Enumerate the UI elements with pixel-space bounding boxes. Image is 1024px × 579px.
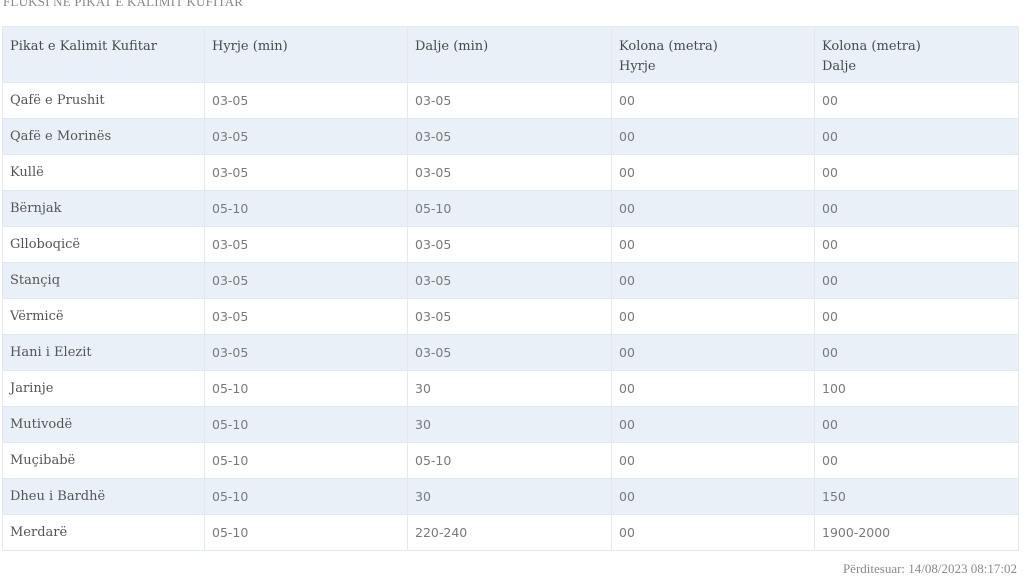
crossing-point-name: Hani i Elezit: [2, 334, 205, 371]
exit-time-cell: 05-10: [407, 190, 612, 227]
entry-time-cell: 05-10: [204, 514, 408, 551]
crossing-point-name: Glloboqicë: [2, 226, 205, 263]
queue-entry-cell: 00: [611, 406, 815, 443]
table-row: Merdarë 05-10 220-240 00 1900-2000: [2, 514, 1019, 551]
queue-exit-cell: 00: [814, 82, 1019, 119]
table-row: Dheu i Bardhë 05-10 30 00 150: [2, 478, 1019, 515]
page: FLUKSI NË PIKAT E KALIMIT KUFITAR Pikat …: [0, 0, 1024, 579]
queue-exit-cell: 00: [814, 406, 1019, 443]
entry-time-cell: 05-10: [204, 478, 408, 515]
queue-entry-cell: 00: [611, 154, 815, 191]
table-row: Bërnjak 05-10 05-10 00 00: [2, 190, 1019, 227]
column-header-label: Dalje (min): [415, 39, 489, 54]
queue-entry-cell: 00: [611, 442, 815, 479]
entry-time-cell: 05-10: [204, 406, 408, 443]
queue-exit-cell: 00: [814, 118, 1019, 155]
column-header-label: Pikat e Kalimit Kufitar: [10, 39, 157, 54]
crossing-point-name: Muçibabë: [2, 442, 205, 479]
header-row: Pikat e Kalimit Kufitar Hyrje (min) Dalje …: [2, 26, 1019, 83]
exit-time-cell: 03-05: [407, 334, 612, 371]
column-header-queue-entry: Kolona (metra) Hyrje: [611, 26, 815, 83]
queue-entry-cell: 00: [611, 334, 815, 371]
crossing-point-name: Qafë e Prushit: [2, 82, 205, 119]
queue-exit-cell: 00: [814, 298, 1019, 335]
entry-time-cell: 03-05: [204, 334, 408, 371]
entry-time-cell: 03-05: [204, 226, 408, 263]
exit-time-cell: 30: [407, 370, 612, 407]
queue-exit-cell: 1900-2000: [814, 514, 1019, 551]
crossing-point-name: Qafë e Morinës: [2, 118, 205, 155]
page-title: FLUKSI NË PIKAT E KALIMIT KUFITAR: [3, 0, 244, 9]
column-header-crossing-point: Pikat e Kalimit Kufitar: [2, 26, 205, 83]
last-updated-text: Përditesuar: 14/08/2023 08:17:02: [842, 561, 1017, 576]
table-row: Jarinje 05-10 30 00 100: [2, 370, 1019, 407]
queue-exit-cell: 00: [814, 226, 1019, 263]
crossing-point-name: Dheu i Bardhë: [2, 478, 205, 515]
crossing-point-name: Merdarë: [2, 514, 205, 551]
queue-entry-cell: 00: [611, 298, 815, 335]
exit-time-cell: 03-05: [407, 154, 612, 191]
table-body: Qafë e Prushit 03-05 03-05 00 00 Qafë e Morin…: [2, 82, 1019, 551]
queue-entry-cell: 00: [611, 226, 815, 263]
queue-exit-cell: 00: [814, 190, 1019, 227]
exit-time-cell: 03-05: [407, 298, 612, 335]
column-header-queue-exit: Kolona (metra) Dalje: [814, 26, 1019, 83]
queue-entry-cell: 00: [611, 514, 815, 551]
border-flux-table: Pikat e Kalimit Kufitar Hyrje (min) Dalje …: [2, 26, 1019, 551]
queue-exit-cell: 00: [814, 442, 1019, 479]
column-header-exit-min: Dalje (min): [407, 26, 612, 83]
table-row: Qafë e Prushit 03-05 03-05 00 00: [2, 82, 1019, 119]
exit-time-cell: 03-05: [407, 226, 612, 263]
entry-time-cell: 03-05: [204, 262, 408, 299]
crossing-point-name: Vërmicë: [2, 298, 205, 335]
exit-time-cell: 03-05: [407, 262, 612, 299]
table-row: Stançiq 03-05 03-05 00 00: [2, 262, 1019, 299]
queue-exit-cell: 00: [814, 154, 1019, 191]
entry-time-cell: 05-10: [204, 370, 408, 407]
exit-time-cell: 05-10: [407, 442, 612, 479]
table-row: Vërmicë 03-05 03-05 00 00: [2, 298, 1019, 335]
table-row: Muçibabë 05-10 05-10 00 00: [2, 442, 1019, 479]
column-header-sublabel: Dalje: [822, 59, 857, 74]
table-row: Hani i Elezit 03-05 03-05 00 00: [2, 334, 1019, 371]
exit-time-cell: 30: [407, 406, 612, 443]
table-row: Qafë e Morinës 03-05 03-05 00 00: [2, 118, 1019, 155]
exit-time-cell: 03-05: [407, 118, 612, 155]
column-header-sublabel: Hyrje: [619, 59, 656, 74]
crossing-point-name: Kullë: [2, 154, 205, 191]
entry-time-cell: 03-05: [204, 118, 408, 155]
entry-time-cell: 03-05: [204, 298, 408, 335]
queue-entry-cell: 00: [611, 118, 815, 155]
column-header-label: Hyrje (min): [212, 39, 288, 54]
queue-exit-cell: 100: [814, 370, 1019, 407]
exit-time-cell: 220-240: [407, 514, 612, 551]
table-row: Kullë 03-05 03-05 00 00: [2, 154, 1019, 191]
table-row: Glloboqicë 03-05 03-05 00 00: [2, 226, 1019, 263]
table-header: Pikat e Kalimit Kufitar Hyrje (min) Dalje …: [2, 26, 1019, 83]
column-header-label: Kolona (metra): [822, 39, 921, 54]
queue-entry-cell: 00: [611, 478, 815, 515]
entry-time-cell: 03-05: [204, 82, 408, 119]
crossing-point-name: Mutivodë: [2, 406, 205, 443]
column-header-entry-min: Hyrje (min): [204, 26, 408, 83]
queue-entry-cell: 00: [611, 370, 815, 407]
queue-entry-cell: 00: [611, 82, 815, 119]
column-header-label: Kolona (metra): [619, 39, 718, 54]
queue-entry-cell: 00: [611, 190, 815, 227]
queue-entry-cell: 00: [611, 262, 815, 299]
exit-time-cell: 03-05: [407, 82, 612, 119]
queue-exit-cell: 00: [814, 334, 1019, 371]
queue-exit-cell: 150: [814, 478, 1019, 515]
crossing-point-name: Jarinje: [2, 370, 205, 407]
entry-time-cell: 03-05: [204, 154, 408, 191]
entry-time-cell: 05-10: [204, 190, 408, 227]
table-row: Mutivodë 05-10 30 00 00: [2, 406, 1019, 443]
crossing-point-name: Bërnjak: [2, 190, 205, 227]
queue-exit-cell: 00: [814, 262, 1019, 299]
entry-time-cell: 05-10: [204, 442, 408, 479]
exit-time-cell: 30: [407, 478, 612, 515]
crossing-point-name: Stançiq: [2, 262, 205, 299]
